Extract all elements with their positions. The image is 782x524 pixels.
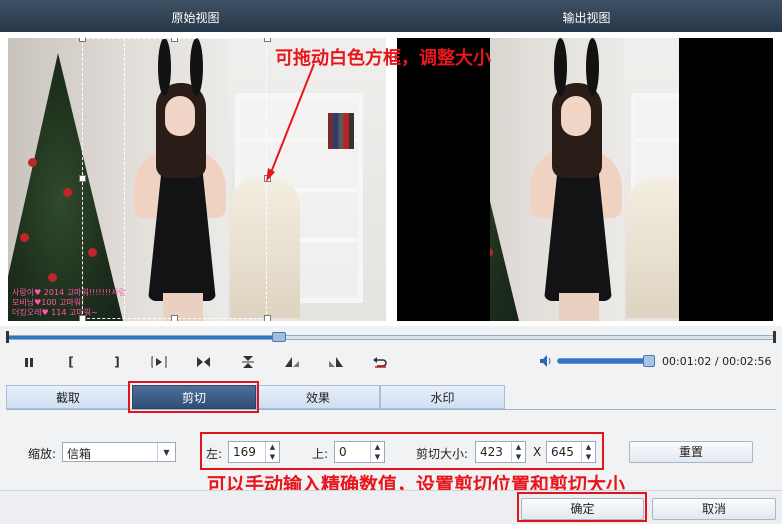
- spin-arrows-icon[interactable]: ▲ ▼: [265, 442, 279, 462]
- rotate-left-icon: [285, 357, 299, 367]
- crop-handle-top-right[interactable]: [264, 38, 271, 42]
- flip-vertical-icon: [242, 356, 254, 368]
- reset-button[interactable]: 重置: [629, 441, 753, 463]
- top-spinbox[interactable]: 0 ▲ ▼: [334, 441, 385, 463]
- play-selection-icon: [151, 356, 167, 368]
- tab-bar: 截取 剪切 效果 水印: [6, 385, 776, 409]
- pause-icon: [25, 357, 33, 367]
- tab-effects[interactable]: 效果: [256, 385, 380, 409]
- top-label: 上:: [312, 447, 329, 461]
- next-frame-icon: [197, 357, 210, 367]
- original-view-title: 原始视图: [171, 11, 220, 25]
- crop-handle-bottom-left[interactable]: [79, 315, 86, 321]
- crop-rectangle[interactable]: [82, 38, 267, 319]
- tab-highlight-box: [128, 381, 259, 413]
- flip-vertical-button[interactable]: [235, 351, 261, 373]
- zoom-label: 缩放:: [28, 447, 57, 461]
- crop-handle-bottom-right[interactable]: [264, 315, 271, 321]
- spin-arrows-icon[interactable]: ▲ ▼: [511, 442, 525, 462]
- bracket-open-icon: [: [68, 355, 74, 369]
- times-sign: X: [533, 445, 542, 459]
- play-selection-button[interactable]: [146, 351, 172, 373]
- annotation-arrow-icon: [266, 63, 315, 182]
- left-spinbox[interactable]: 169 ▲ ▼: [228, 441, 280, 463]
- bracket-close-icon: ]: [114, 355, 120, 369]
- volume-slider[interactable]: [557, 355, 655, 367]
- output-video-pane: [397, 38, 773, 321]
- current-time: 00:01:02: [662, 355, 712, 368]
- preview-header: 原始视图 输出视图: [0, 0, 782, 32]
- crop-handle-top-left[interactable]: [79, 38, 86, 42]
- output-view-title: 输出视图: [562, 11, 611, 25]
- cancel-button[interactable]: 取消: [652, 498, 776, 520]
- seek-bar[interactable]: [6, 331, 776, 343]
- crop-handle-bottom[interactable]: [171, 315, 178, 321]
- ok-highlight-box: [517, 492, 647, 522]
- volume-icon[interactable]: [539, 354, 553, 368]
- tab-watermark[interactable]: 水印: [380, 385, 505, 409]
- crop-handle-top[interactable]: [171, 38, 178, 42]
- rotate-right-button[interactable]: [323, 351, 349, 373]
- trim-end-marker[interactable]: [773, 331, 776, 343]
- crop-handle-left[interactable]: [79, 175, 86, 182]
- trim-start-marker[interactable]: [6, 331, 9, 343]
- seek-knob[interactable]: [272, 332, 286, 342]
- zoom-select[interactable]: 信箱 ▼: [62, 442, 176, 462]
- original-video-pane: 사랑이♥ 2014 고마워!!!!!!!사랑 모비닝♥100 고마워! 더킹오레…: [8, 38, 386, 321]
- total-time: 00:02:56: [722, 355, 772, 368]
- crop-guide-line: [124, 38, 125, 319]
- crop-width-spinbox[interactable]: 423 ▲ ▼: [475, 441, 526, 463]
- time-readout: 00:01:02 / 00:02:56: [662, 355, 772, 368]
- undo-icon: [373, 357, 387, 368]
- rotate-right-icon: [329, 357, 343, 367]
- undo-button[interactable]: [367, 351, 393, 373]
- spin-arrows-icon[interactable]: ▲ ▼: [370, 442, 384, 462]
- crop-height-spinbox[interactable]: 645 ▲ ▼: [546, 441, 596, 463]
- crop-size-label: 剪切大小:: [416, 447, 469, 461]
- tab-capture[interactable]: 截取: [6, 385, 130, 409]
- rotate-left-button[interactable]: [279, 351, 305, 373]
- pause-button[interactable]: [16, 351, 42, 373]
- spin-arrows-icon[interactable]: ▲ ▼: [581, 442, 595, 462]
- mark-in-button[interactable]: [: [58, 351, 84, 373]
- left-label: 左:: [206, 447, 223, 461]
- video-frame-output: [490, 38, 679, 321]
- volume-knob[interactable]: [643, 355, 655, 367]
- next-frame-button[interactable]: [191, 351, 217, 373]
- chevron-down-icon[interactable]: ▼: [157, 443, 175, 461]
- mark-out-button[interactable]: ]: [104, 351, 130, 373]
